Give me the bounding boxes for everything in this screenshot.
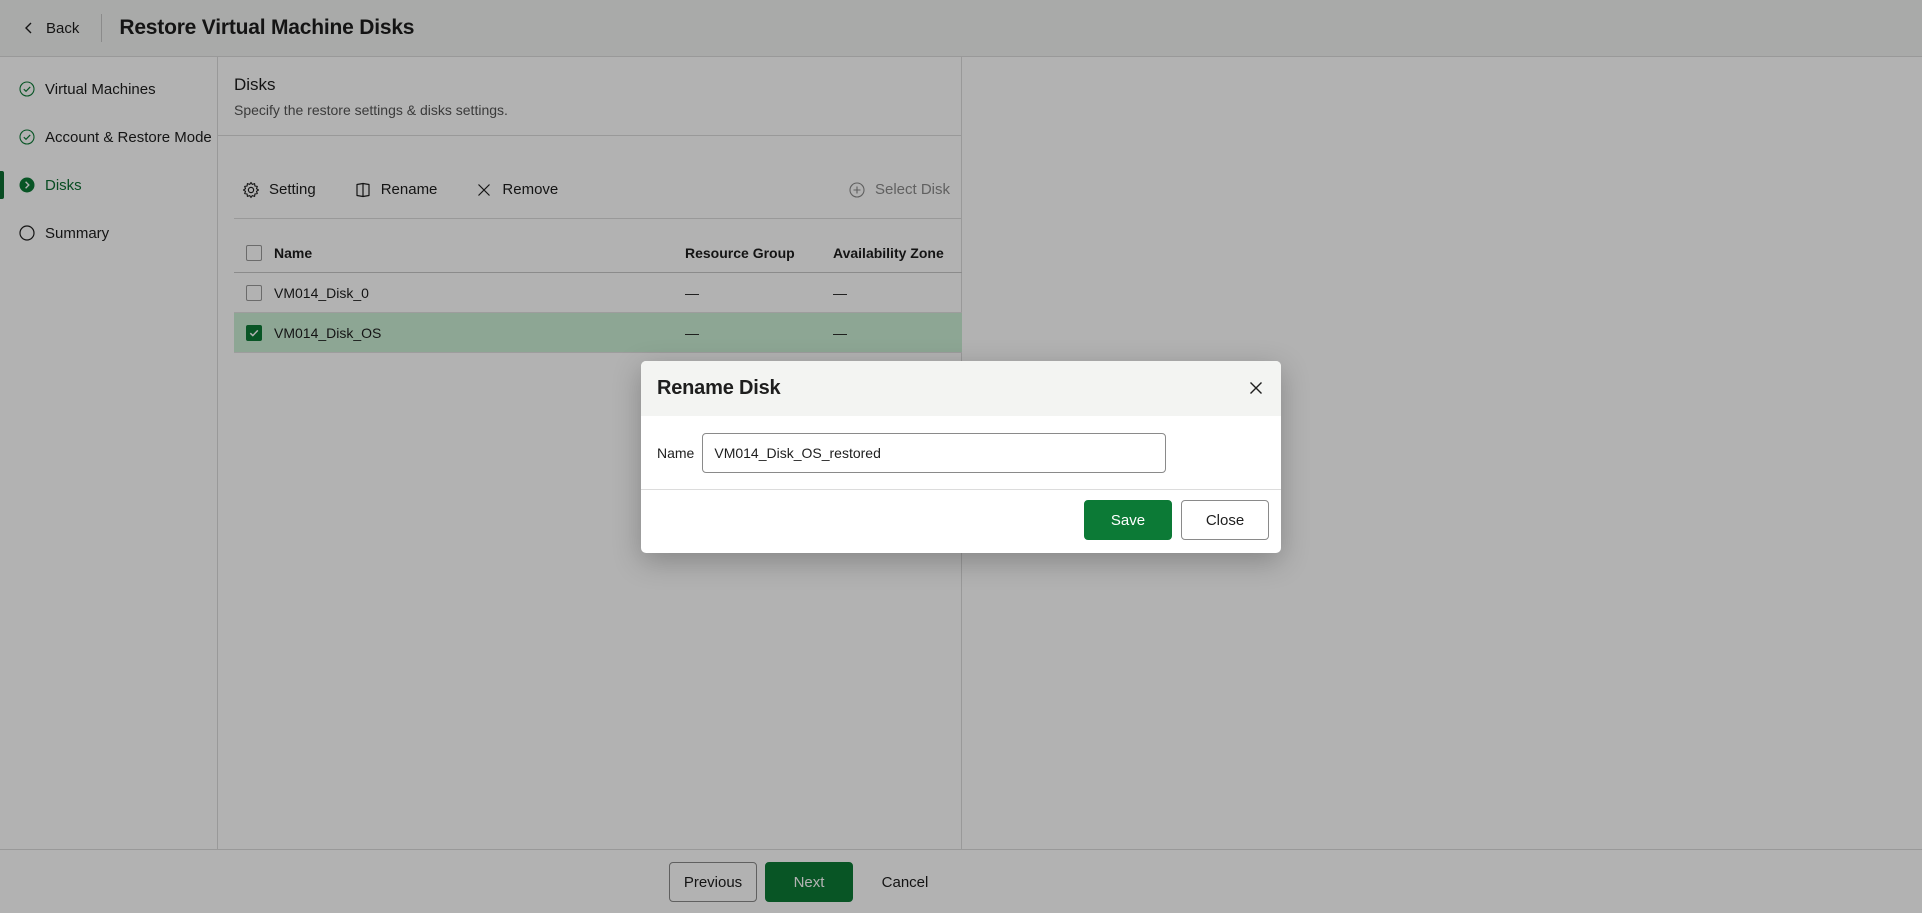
close-icon[interactable] [1247,379,1265,397]
dialog-header: Rename Disk [641,361,1281,416]
dialog-close-button[interactable]: Close [1181,500,1269,540]
disk-name-input[interactable] [702,432,1167,473]
dialog-title: Rename Disk [657,377,781,399]
dialog-body: Name [641,416,1281,490]
dialog-footer: Save Close [641,490,1281,553]
rename-disk-dialog: Rename Disk Name Save Close [641,361,1281,553]
save-button[interactable]: Save [1084,500,1172,540]
name-field-label: Name [657,444,695,461]
